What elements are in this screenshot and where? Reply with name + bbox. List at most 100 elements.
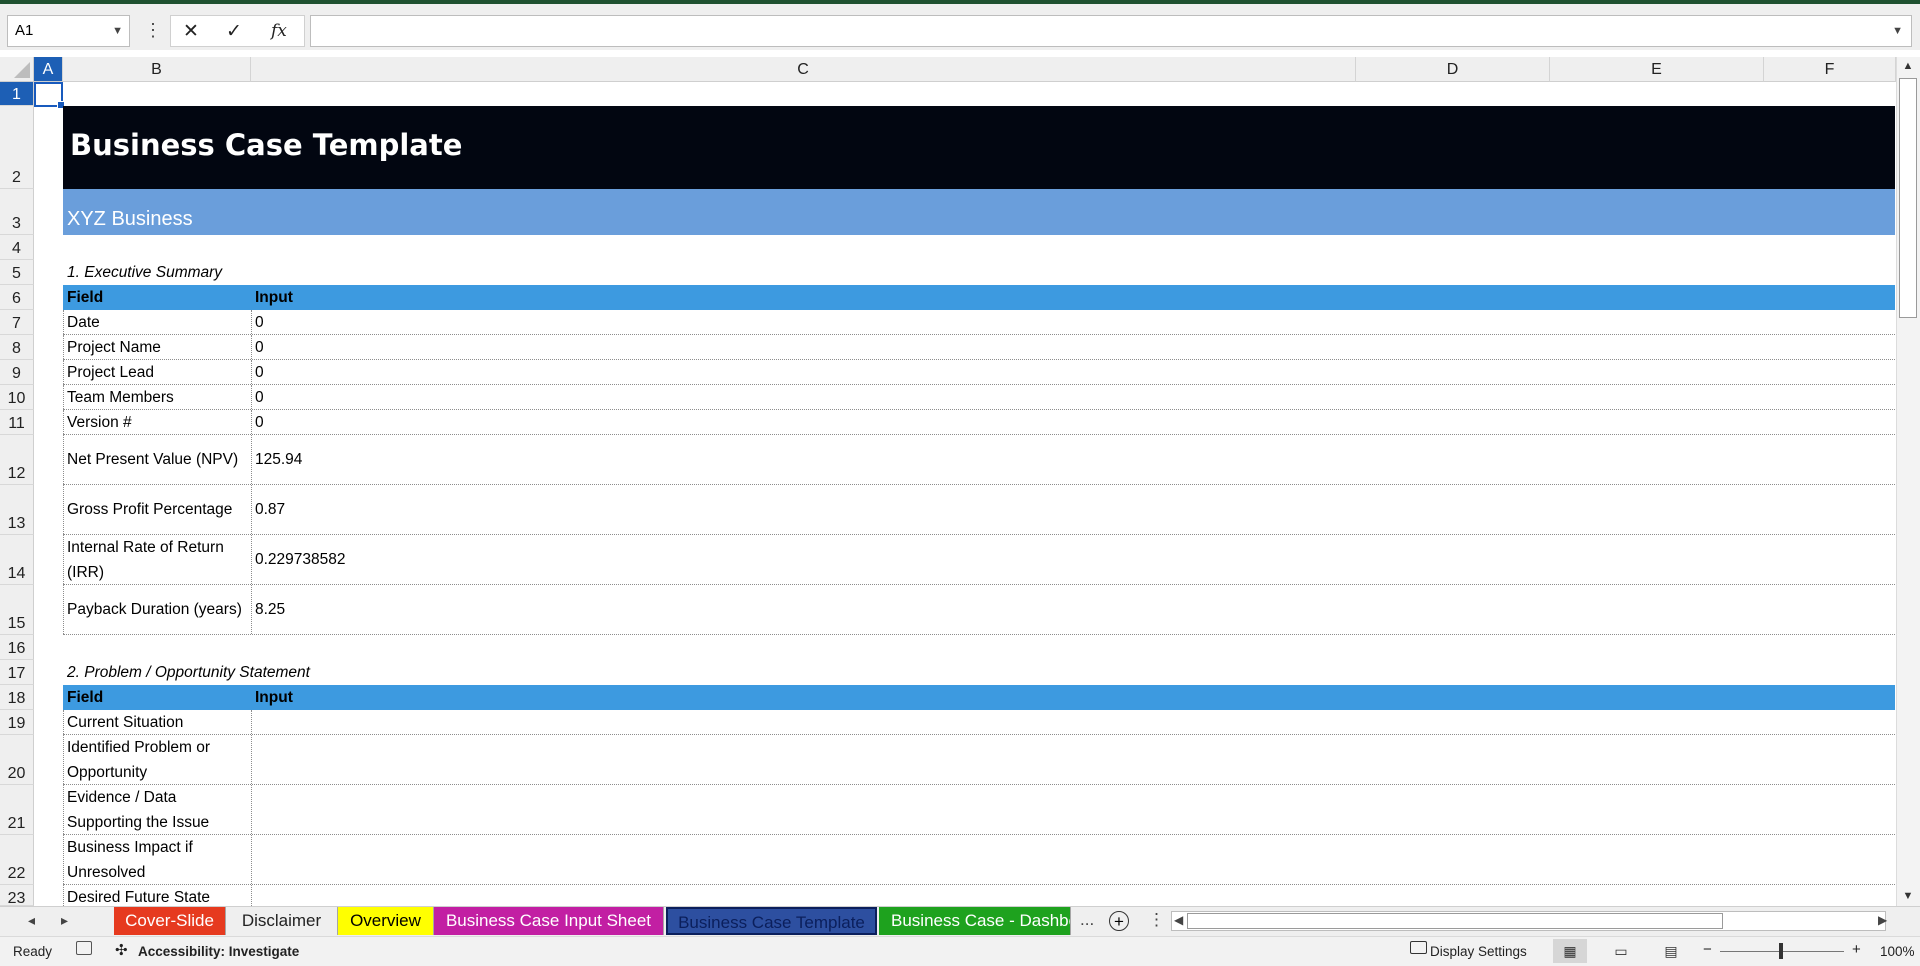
row-header[interactable]: 2 xyxy=(0,106,34,189)
row-header[interactable]: 7 xyxy=(0,310,34,335)
tab-disclaimer[interactable]: Disclaimer xyxy=(226,907,338,935)
row-header[interactable]: 6 xyxy=(0,285,34,310)
field-label: Team Members xyxy=(67,389,174,406)
column-header-c[interactable]: C xyxy=(251,57,1356,82)
row-header[interactable]: 19 xyxy=(0,710,34,735)
field-value: 0 xyxy=(255,364,264,381)
field-label-line1: Business Impact if xyxy=(67,839,193,856)
table-header-row: Field Input xyxy=(63,285,1895,310)
row-header[interactable]: 1 xyxy=(0,82,34,106)
scroll-up-icon[interactable]: ▲ xyxy=(1896,60,1920,72)
row-header[interactable]: 12 xyxy=(0,435,34,485)
page-layout-view-icon[interactable]: ▭ xyxy=(1604,939,1638,963)
row-header[interactable]: 10 xyxy=(0,385,34,410)
table-row[interactable]: Current Situation xyxy=(63,710,1895,735)
row-header[interactable]: 5 xyxy=(0,260,34,285)
zoom-in-button[interactable]: + xyxy=(1852,941,1861,958)
page-break-view-icon[interactable]: ▤ xyxy=(1654,939,1688,963)
field-label: Net Present Value (NPV) xyxy=(67,451,239,468)
tab-business-case-template[interactable]: Business Case Template xyxy=(666,907,877,935)
table-row[interactable]: Payback Duration (years) 8.25 xyxy=(63,585,1895,635)
row-header[interactable]: 4 xyxy=(0,235,34,260)
insert-function-button[interactable]: fx xyxy=(271,21,287,41)
field-value: 0 xyxy=(255,339,264,356)
field-label-line2: Unresolved xyxy=(67,864,146,881)
zoom-out-button[interactable]: − xyxy=(1703,941,1712,958)
scroll-left-icon[interactable]: ◀ xyxy=(1174,913,1183,927)
zoom-slider-thumb[interactable] xyxy=(1779,943,1783,959)
formula-input[interactable]: ▼ xyxy=(310,15,1912,47)
row-header[interactable]: 9 xyxy=(0,360,34,385)
more-options-icon[interactable]: ⋮ xyxy=(144,20,162,41)
section-heading-problem-statement: 2. Problem / Opportunity Statement xyxy=(67,664,310,681)
table-row[interactable]: Desired Future State xyxy=(63,885,1895,906)
row-header[interactable]: 23 xyxy=(0,885,34,906)
table-row[interactable]: Project Name 0 xyxy=(63,335,1895,360)
add-sheet-icon[interactable]: + xyxy=(1109,911,1129,931)
table-row[interactable]: Identified Problem or Opportunity xyxy=(63,735,1895,785)
row-header[interactable]: 11 xyxy=(0,410,34,435)
column-header-e[interactable]: E xyxy=(1550,57,1764,82)
name-box[interactable]: A1 ▼ xyxy=(7,15,130,47)
tab-scroll-right-icon[interactable]: ▸ xyxy=(61,912,68,929)
macro-record-icon[interactable] xyxy=(76,941,92,955)
table-header-row: Field Input xyxy=(63,685,1895,710)
table-row[interactable]: Evidence / Data Supporting the Issue xyxy=(63,785,1895,835)
tab-cover-slide[interactable]: Cover-Slide xyxy=(114,907,226,935)
table-row[interactable]: Internal Rate of Return (IRR) 0.22973858… xyxy=(63,535,1895,585)
column-header-b[interactable]: B xyxy=(63,57,251,82)
display-settings-icon[interactable] xyxy=(1410,941,1427,954)
select-all-button[interactable] xyxy=(0,57,34,82)
table-row[interactable]: Business Impact if Unresolved xyxy=(63,835,1895,885)
row-header[interactable]: 21 xyxy=(0,785,34,835)
row-header[interactable]: 18 xyxy=(0,685,34,710)
expand-formula-icon[interactable]: ▼ xyxy=(1892,25,1903,37)
row-header[interactable]: 8 xyxy=(0,335,34,360)
accessibility-status[interactable]: Accessibility: Investigate xyxy=(138,944,299,959)
normal-view-icon[interactable]: ▦ xyxy=(1553,939,1587,963)
row-header[interactable]: 17 xyxy=(0,660,34,685)
tab-business-case-dashboard[interactable]: Business Case - Dashbo xyxy=(879,907,1071,935)
table-row[interactable]: Team Members 0 xyxy=(63,385,1895,410)
row-header[interactable]: 20 xyxy=(0,735,34,785)
display-settings-button[interactable]: Display Settings xyxy=(1430,944,1527,959)
field-value: 0 xyxy=(255,389,264,406)
enter-icon[interactable]: ✓ xyxy=(226,20,242,43)
header-input: Input xyxy=(255,689,293,706)
tab-options-icon[interactable]: ⋮ xyxy=(1148,910,1165,930)
tab-business-case-input-sheet[interactable]: Business Case Input Sheet xyxy=(434,907,664,935)
tab-scroll-left-icon[interactable]: ◂ xyxy=(28,912,35,929)
column-header-a[interactable]: A xyxy=(34,57,63,82)
zoom-level[interactable]: 100% xyxy=(1880,944,1915,959)
column-header-d[interactable]: D xyxy=(1356,57,1550,82)
field-value: 0.87 xyxy=(255,501,286,518)
field-label-line2: Opportunity xyxy=(67,764,148,781)
table-row[interactable]: Version # 0 xyxy=(63,410,1895,435)
field-label-line1: Internal Rate of Return xyxy=(67,539,224,556)
tab-overview[interactable]: Overview xyxy=(338,907,434,935)
accessibility-icon[interactable]: ✣ xyxy=(115,941,128,959)
horizontal-scroll-thumb[interactable] xyxy=(1187,913,1723,929)
row-header[interactable]: 22 xyxy=(0,835,34,885)
table-row[interactable]: Gross Profit Percentage 0.87 xyxy=(63,485,1895,535)
scroll-right-icon[interactable]: ▶ xyxy=(1878,913,1887,927)
table-row[interactable]: Date 0 xyxy=(63,310,1895,335)
vertical-scroll-thumb[interactable] xyxy=(1899,78,1917,318)
row-header[interactable]: 13 xyxy=(0,485,34,535)
table-row[interactable]: Project Lead 0 xyxy=(63,360,1895,385)
field-value: 8.25 xyxy=(255,601,286,618)
chevron-down-icon[interactable]: ▼ xyxy=(112,25,123,37)
field-label: Gross Profit Percentage xyxy=(67,501,233,518)
table-row[interactable]: Net Present Value (NPV) 125.94 xyxy=(63,435,1895,485)
field-label: Version # xyxy=(67,414,132,431)
name-box-value: A1 xyxy=(15,22,34,39)
active-cell-a1[interactable] xyxy=(34,82,65,109)
row-header[interactable]: 15 xyxy=(0,585,34,635)
more-tabs-button[interactable]: ... xyxy=(1080,910,1094,930)
scroll-down-icon[interactable]: ▼ xyxy=(1896,890,1920,902)
row-header[interactable]: 3 xyxy=(0,189,34,235)
cancel-icon[interactable]: ✕ xyxy=(183,20,199,43)
column-header-f[interactable]: F xyxy=(1764,57,1896,82)
row-header[interactable]: 14 xyxy=(0,535,34,585)
row-header[interactable]: 16 xyxy=(0,635,34,660)
